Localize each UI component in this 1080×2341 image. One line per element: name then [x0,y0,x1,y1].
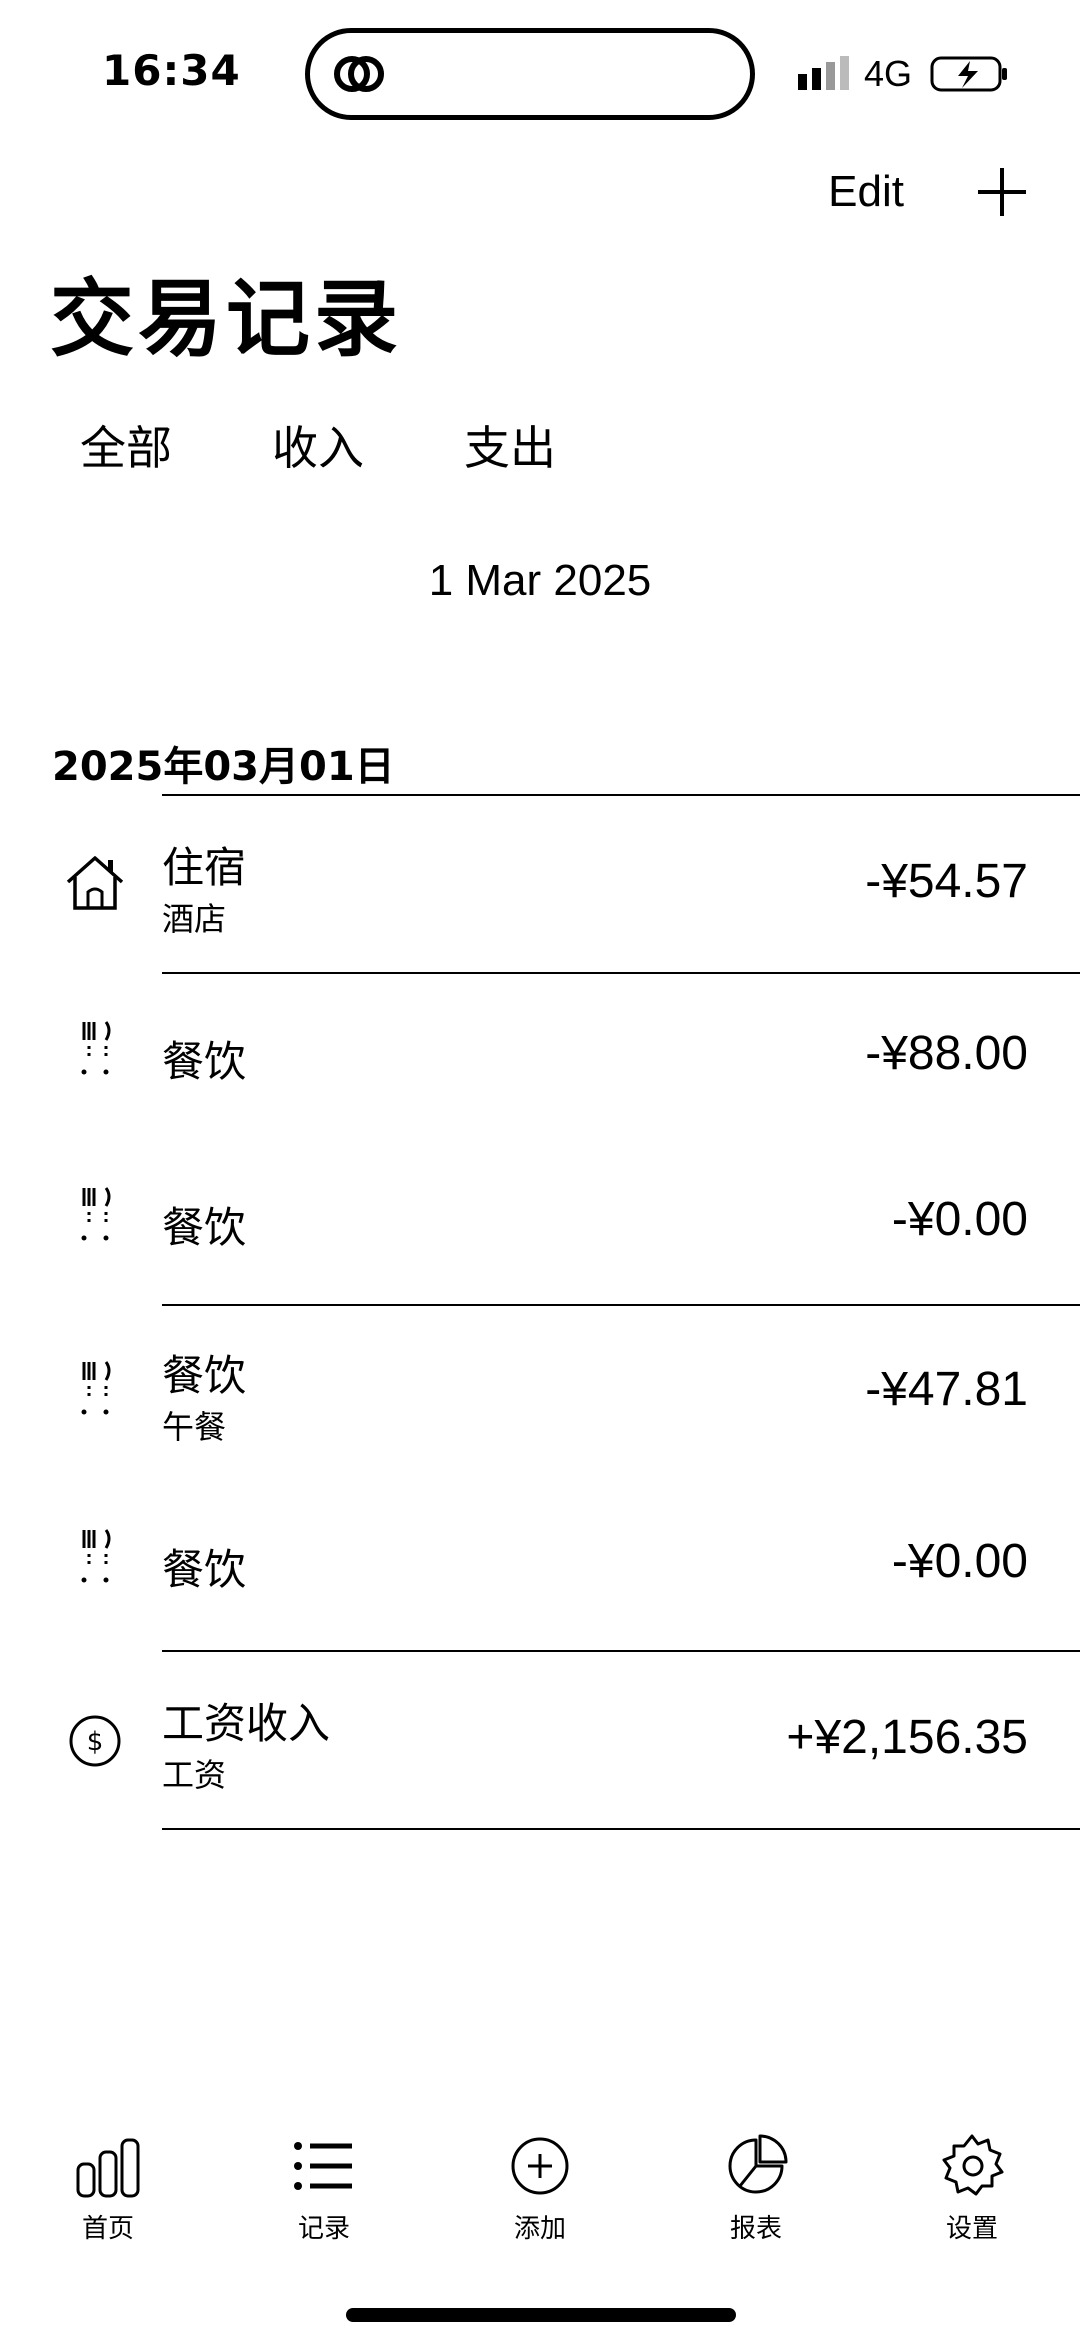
edit-button[interactable]: Edit [828,167,904,217]
svg-text:$: $ [87,1727,104,1757]
filter-tabs: 全部 收入 支出 [80,412,656,478]
transaction-row[interactable]: 餐饮 午餐 -¥47.81 [0,1306,1080,1484]
transaction-category: 工资收入 [162,1699,331,1748]
network-type: 4G [864,53,913,94]
list-icon [294,2142,352,2190]
transaction-category: 餐饮 [162,1545,247,1594]
transaction-row[interactable]: 餐饮 -¥0.00 [0,1140,1080,1306]
transaction-amount: -¥0.00 [891,1193,1028,1246]
fork-knife-icon [81,1529,111,1583]
tab-income[interactable]: 收入 [272,412,364,478]
tab-records[interactable]: 记录 [244,2130,404,2245]
transaction-note: 工资 [162,1756,227,1794]
nav-actions: Edit [828,160,1030,224]
transaction-amount: -¥47.81 [865,1363,1028,1416]
link-rings-icon [334,56,384,92]
tab-settings[interactable]: 设置 [892,2130,1052,2245]
tab-settings-label: 设置 [945,2214,998,2244]
signal-icon [798,56,849,90]
house-icon [66,856,124,910]
status-bar: 16:34 4G [0,0,1080,130]
transaction-category: 餐饮 [162,1037,247,1086]
transaction-amount: -¥54.57 [865,855,1028,908]
tab-reports[interactable]: 报表 [676,2130,836,2245]
transaction-note: 酒店 [162,900,227,938]
home-indicator[interactable] [346,2308,736,2322]
tab-home[interactable]: 首页 [28,2130,188,2245]
transaction-row[interactable]: 餐饮 -¥0.00 [0,1484,1080,1650]
transaction-amount: +¥2,156.35 [786,1711,1028,1764]
status-indicators: 4G [796,52,1010,96]
tab-add-label: 添加 [513,2214,566,2244]
pie-chart-icon [728,2134,788,2194]
dynamic-island[interactable] [305,28,755,120]
transaction-amount: -¥88.00 [865,1027,1028,1080]
divider [162,1828,1080,1830]
page-title: 交易记录 [50,270,403,368]
tab-home-label: 首页 [81,2214,134,2244]
status-time: 16:34 [102,46,241,95]
transaction-category: 住宿 [162,843,247,892]
transaction-amount: -¥0.00 [891,1535,1028,1588]
tab-records-label: 记录 [297,2214,350,2244]
date-picker[interactable]: 1 Mar 2025 [0,556,1080,606]
fork-knife-icon [81,1361,111,1415]
add-transaction-button[interactable] [974,164,1030,220]
transaction-row[interactable]: $ 工资收入 工资 +¥2,156.35 [0,1652,1080,1828]
transaction-category: 餐饮 [162,1351,247,1400]
dollar-circle-icon: $ [69,1715,121,1767]
transaction-category: 餐饮 [162,1203,247,1252]
tab-reports-label: 报表 [729,2214,782,2244]
transaction-row[interactable]: 餐饮 -¥88.00 [0,974,1080,1140]
transaction-row[interactable]: 住宿 酒店 -¥54.57 [0,796,1080,972]
bottom-tab-bar: 首页 记录 添加 报表 设置 [0,2130,1080,2270]
fork-knife-icon [81,1187,111,1241]
gear-icon [942,2134,1004,2196]
tab-add[interactable]: 添加 [460,2130,620,2245]
bar-chart-icon [76,2138,140,2198]
tab-expense[interactable]: 支出 [464,412,556,478]
transaction-note: 午餐 [162,1408,227,1446]
fork-knife-icon [81,1021,111,1075]
tab-all[interactable]: 全部 [80,412,172,478]
plus-circle-icon [511,2137,569,2195]
section-date-header: 2025年03月01日 [52,744,395,790]
battery-charging-icon [930,56,1008,92]
